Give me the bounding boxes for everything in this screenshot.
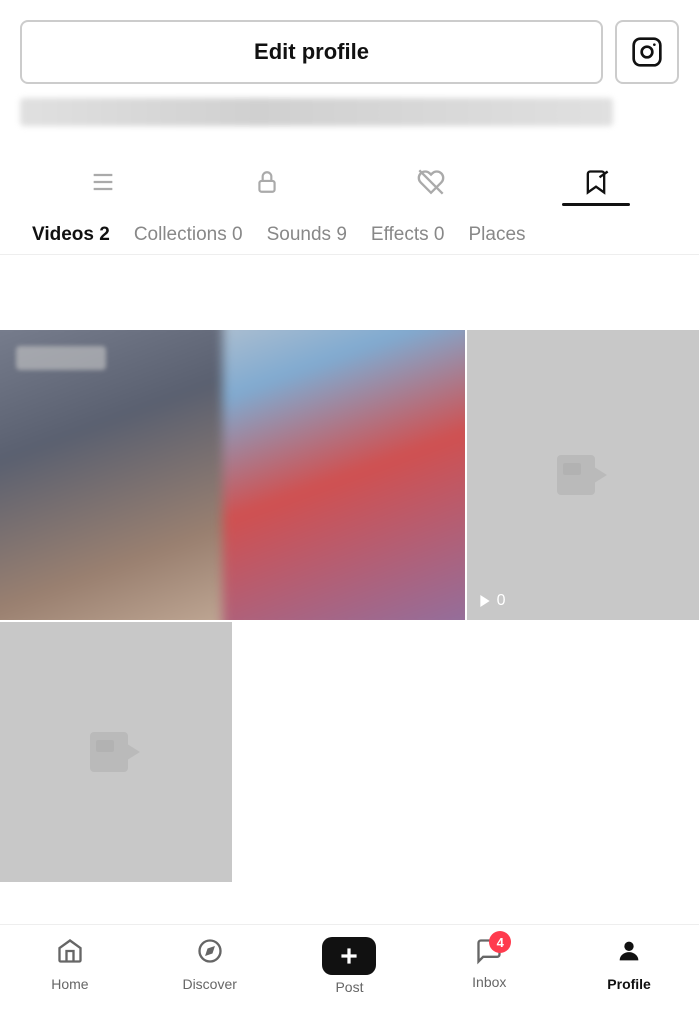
video-cell-1[interactable]: [0, 330, 465, 620]
edit-profile-button[interactable]: Edit profile: [20, 20, 603, 84]
nav-discover[interactable]: Discover: [170, 937, 250, 992]
profile-icon: [615, 937, 643, 972]
nav-home[interactable]: Home: [30, 937, 110, 992]
post-button[interactable]: [322, 937, 376, 975]
inbox-badge: 4: [489, 931, 511, 953]
bottom-navigation: Home Discover Post 4 Inbox: [0, 924, 699, 1024]
home-icon: [56, 937, 84, 972]
discover-icon: [196, 937, 224, 972]
heart-slash-icon-tab[interactable]: [397, 160, 465, 204]
tab-collections[interactable]: Collections 0: [122, 216, 255, 254]
tab-effects[interactable]: Effects 0: [359, 216, 457, 254]
profile-top-section: Edit profile: [0, 0, 699, 144]
video-cell-3[interactable]: [0, 622, 232, 882]
profile-icons-row: [0, 144, 699, 204]
grid-icon-tab[interactable]: [69, 160, 137, 204]
lock-icon-tab[interactable]: [234, 161, 300, 203]
nav-post-label: Post: [335, 979, 363, 995]
tab-videos[interactable]: Videos 2: [20, 216, 122, 254]
video-placeholder-icon: [553, 445, 613, 505]
nav-home-label: Home: [51, 976, 88, 992]
nav-discover-label: Discover: [182, 976, 236, 992]
nav-post[interactable]: Post: [309, 937, 389, 995]
edit-profile-row: Edit profile: [20, 20, 679, 84]
video-grid: 0: [0, 330, 699, 924]
video-placeholder-icon-2: [86, 722, 146, 782]
video-cell-2[interactable]: 0: [467, 330, 699, 620]
nav-inbox-label: Inbox: [472, 974, 506, 990]
inbox-icon-wrapper: 4: [475, 937, 503, 970]
nav-inbox[interactable]: 4 Inbox: [449, 937, 529, 990]
grid-row-1: 0: [0, 330, 699, 620]
bookmark-icon-tab[interactable]: [562, 160, 630, 204]
bio-text: [20, 98, 613, 126]
instagram-button[interactable]: [615, 20, 679, 84]
video-count-1: 0: [477, 592, 506, 610]
grid-row-2: [0, 622, 699, 882]
video-cell-4[interactable]: [234, 622, 699, 882]
tab-places[interactable]: Places: [456, 216, 537, 254]
tab-sounds[interactable]: Sounds 9: [255, 216, 359, 254]
content-tabs: Videos 2 Collections 0 Sounds 9 Effects …: [0, 204, 699, 255]
nav-profile-label: Profile: [607, 976, 651, 992]
nav-profile[interactable]: Profile: [589, 937, 669, 992]
